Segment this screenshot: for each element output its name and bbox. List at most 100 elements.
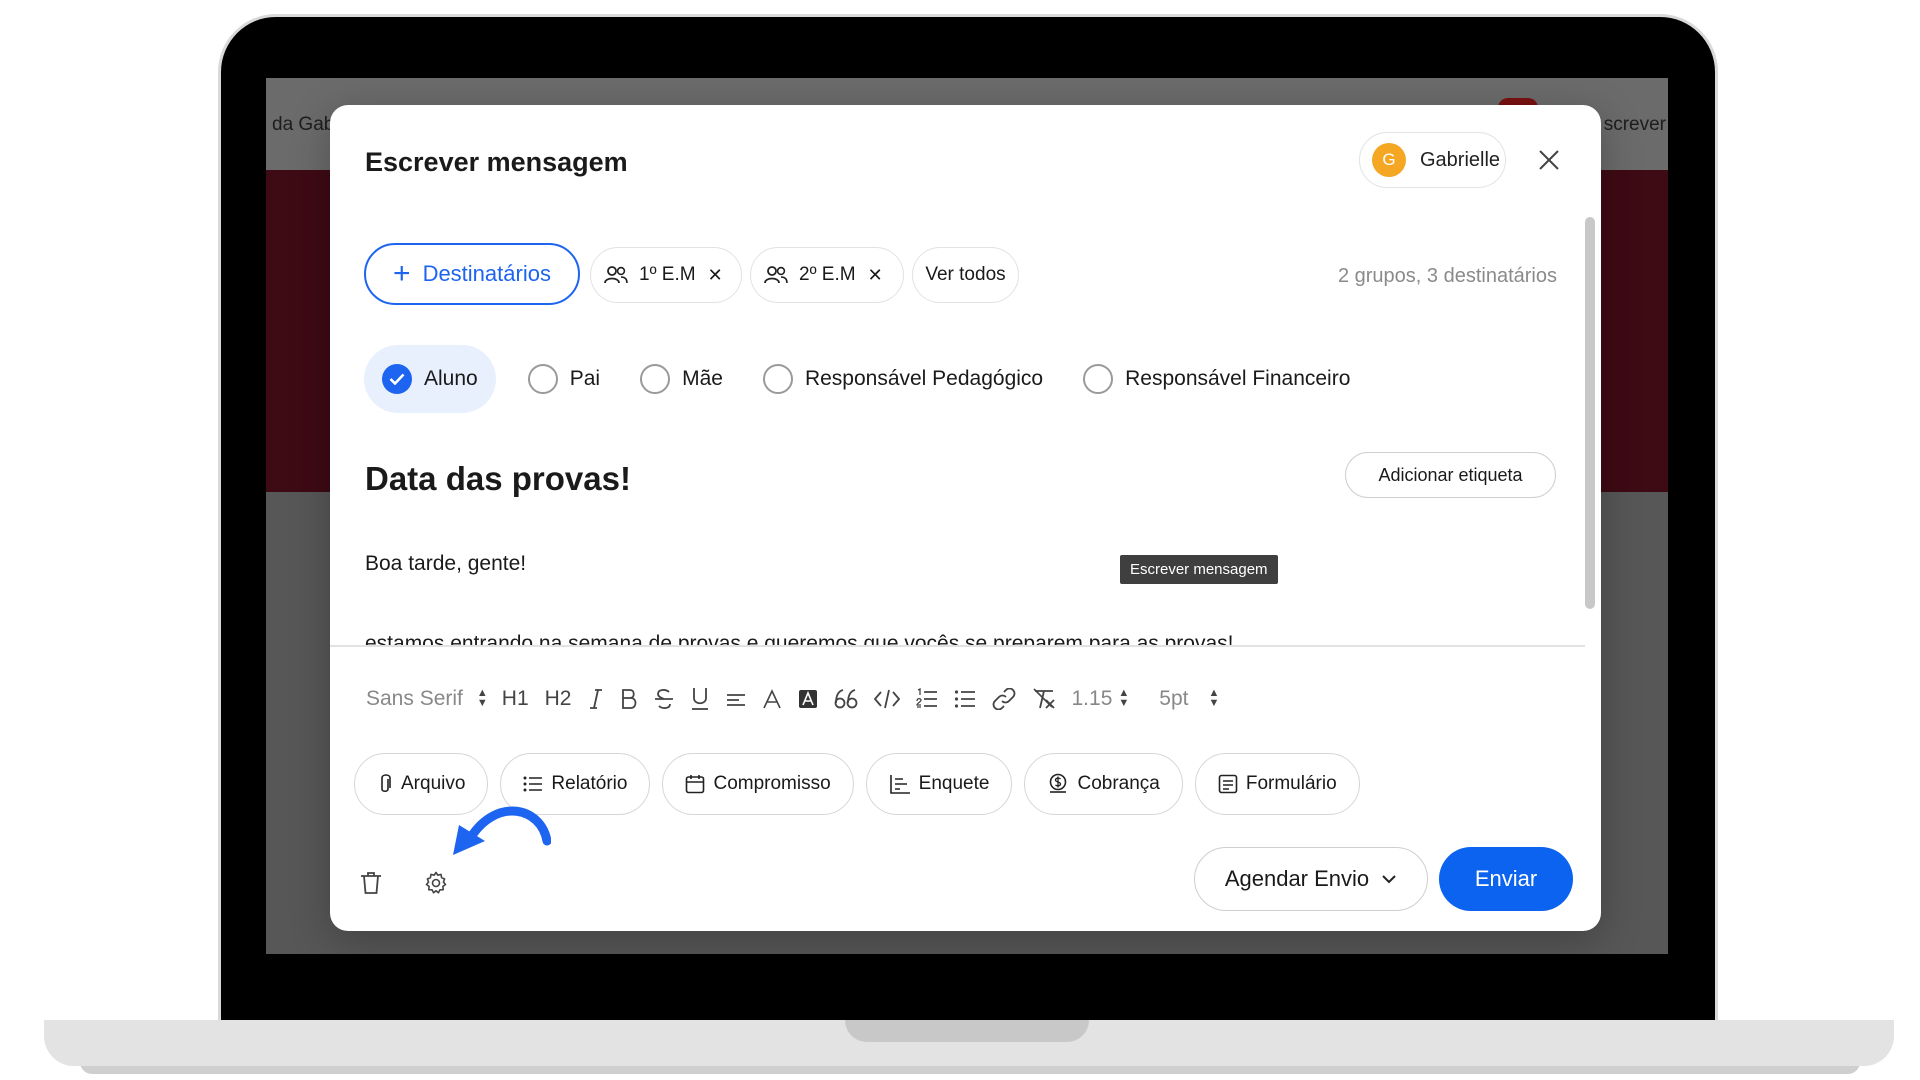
add-recipients-button[interactable]: + Destinatários xyxy=(364,243,580,305)
chevron-down-icon xyxy=(1382,875,1396,884)
close-icon xyxy=(1539,150,1559,170)
role-selector: Aluno Pai Mãe Responsável Pedagógico Res… xyxy=(364,345,1390,413)
editor-divider xyxy=(330,645,1585,647)
role-option-mae[interactable]: Mãe xyxy=(640,364,723,394)
background-school-name: da Gab xyxy=(272,114,335,135)
attach-label: Formulário xyxy=(1245,773,1337,794)
line-height-value: 1.15 xyxy=(1071,687,1113,710)
billing-button[interactable]: Cobrança xyxy=(1024,753,1183,815)
background-color-button[interactable] xyxy=(798,681,818,717)
role-option-responsavel-financeiro[interactable]: Responsável Financeiro xyxy=(1083,364,1350,394)
delete-draft-button[interactable] xyxy=(360,871,382,900)
role-option-responsavel-pedagogico[interactable]: Responsável Pedagógico xyxy=(762,364,1043,394)
form-button[interactable]: Formulário xyxy=(1194,753,1360,815)
compose-modal: Escrever mensagem G Gabrielle + Destinat… xyxy=(330,105,1601,931)
background-compose-link: screver xyxy=(1603,114,1666,135)
radio-unchecked-icon xyxy=(762,364,793,394)
h1-button[interactable]: H1 xyxy=(502,681,529,717)
radio-unchecked-icon xyxy=(527,364,558,394)
strikethrough-button[interactable] xyxy=(654,681,674,717)
font-family-select[interactable]: Sans Serif ▲ ▼ xyxy=(366,681,488,717)
plus-icon: + xyxy=(393,257,411,290)
add-tag-button[interactable]: Adicionar etiqueta xyxy=(1345,452,1556,498)
role-label: Responsável Financeiro xyxy=(1125,367,1351,390)
sender-name: Gabrielle xyxy=(1420,148,1501,171)
message-body-line[interactable]: estamos entrando na semana de provas e q… xyxy=(365,632,1234,645)
blockquote-button[interactable] xyxy=(834,681,858,717)
schedule-send-label: Agendar Envio xyxy=(1224,866,1370,891)
message-subject[interactable]: Data das provas! xyxy=(365,460,631,498)
role-option-pai[interactable]: Pai xyxy=(527,364,600,394)
remove-icon[interactable]: ✕ xyxy=(868,265,883,286)
updown-icon: ▲ ▼ xyxy=(1208,687,1220,709)
italic-icon xyxy=(589,689,602,709)
role-option-aluno[interactable]: Aluno xyxy=(364,345,496,413)
recipient-summary: 2 grupos, 3 destinatários xyxy=(1337,265,1557,287)
send-button[interactable]: Enviar xyxy=(1439,847,1573,911)
calendar-icon xyxy=(685,774,705,794)
checkbox-checked-icon xyxy=(382,364,412,394)
add-recipients-label: Destinatários xyxy=(422,261,551,286)
attach-label: Arquivo xyxy=(401,773,466,794)
close-button[interactable] xyxy=(1530,141,1568,179)
underline-icon xyxy=(691,688,708,710)
link-button[interactable] xyxy=(992,681,1016,717)
radio-unchecked-icon xyxy=(1083,364,1114,394)
italic-button[interactable] xyxy=(588,681,604,717)
editor-scroll-area[interactable]: Escrever mensagem G Gabrielle + Destinat… xyxy=(330,105,1601,645)
users-icon xyxy=(604,266,628,284)
attach-label: Cobrança xyxy=(1077,773,1160,794)
code-icon xyxy=(873,689,900,709)
modal-title: Escrever mensagem xyxy=(365,147,628,177)
form-icon xyxy=(1218,774,1238,794)
gear-icon xyxy=(425,871,447,894)
recipient-group-chip[interactable]: 2º E.M ✕ xyxy=(750,247,904,303)
background-color-icon xyxy=(798,690,817,708)
h2-button[interactable]: H2 xyxy=(545,681,572,717)
sender-chip[interactable]: G Gabrielle xyxy=(1359,132,1506,188)
attach-label: Enquete xyxy=(918,773,990,794)
align-left-icon xyxy=(726,694,745,706)
bold-icon xyxy=(621,689,636,709)
role-label: Aluno xyxy=(424,367,478,390)
scrollbar[interactable] xyxy=(1585,217,1595,609)
align-button[interactable] xyxy=(726,681,746,717)
font-size-value: 5pt xyxy=(1159,687,1189,710)
recipient-group-chip[interactable]: 1º E.M ✕ xyxy=(590,247,742,303)
poll-button[interactable]: Enquete xyxy=(865,753,1013,815)
recipient-group-label: 1º E.M xyxy=(639,264,696,285)
code-button[interactable] xyxy=(873,681,900,717)
attach-label: Compromisso xyxy=(713,773,831,794)
remove-icon[interactable]: ✕ xyxy=(708,265,723,286)
users-icon xyxy=(764,266,788,284)
schedule-send-button[interactable]: Agendar Envio xyxy=(1194,847,1428,911)
font-color-button[interactable] xyxy=(762,681,782,717)
strikethrough-icon xyxy=(654,689,673,709)
quote-icon xyxy=(834,689,857,709)
link-icon xyxy=(992,688,1015,710)
laptop-notch xyxy=(845,1020,1089,1042)
font-size-select[interactable]: 5pt ▲ ▼ xyxy=(1159,681,1219,717)
bullet-list-icon xyxy=(954,690,975,708)
role-label: Mãe xyxy=(682,367,723,390)
line-height-select[interactable]: 1.15 ▲ ▼ xyxy=(1072,681,1130,717)
underline-button[interactable] xyxy=(690,681,710,717)
message-body-line[interactable]: Boa tarde, gente! xyxy=(365,552,526,576)
formatting-toolbar: Sans Serif ▲ ▼ H1 H2 1.15 ▲ ▼ 5pt ▲ ▼ xyxy=(366,679,1235,719)
attach-label: Relatório xyxy=(551,773,628,794)
poll-icon xyxy=(889,774,911,794)
curved-arrow-icon xyxy=(453,806,551,855)
bullet-list-button[interactable] xyxy=(954,681,976,717)
settings-button[interactable] xyxy=(424,871,448,900)
updown-icon: ▲ ▼ xyxy=(1118,687,1130,709)
bold-button[interactable] xyxy=(620,681,638,717)
radio-unchecked-icon xyxy=(640,364,671,394)
see-all-button[interactable]: Ver todos xyxy=(912,247,1019,303)
appointment-button[interactable]: Compromisso xyxy=(662,753,854,815)
ordered-list-button[interactable] xyxy=(915,681,938,717)
trash-icon xyxy=(361,872,381,894)
dollar-icon xyxy=(1047,773,1069,795)
clear-format-button[interactable] xyxy=(1032,681,1056,717)
font-color-icon xyxy=(762,689,781,709)
font-family-value: Sans Serif xyxy=(366,687,463,710)
